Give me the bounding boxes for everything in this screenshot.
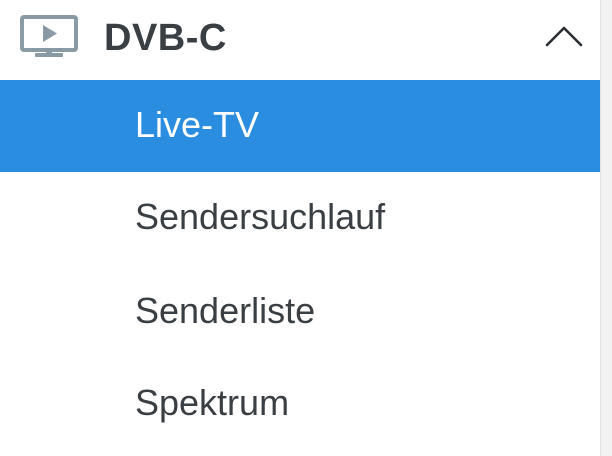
menu-item-senderliste[interactable]: Senderliste xyxy=(0,266,600,358)
chevron-up-icon[interactable] xyxy=(544,24,584,48)
play-screen-icon xyxy=(20,15,78,57)
menu-item-label: Live-TV xyxy=(135,104,260,145)
dvb-c-section-header[interactable]: DVB-C xyxy=(0,0,600,80)
sidebar-menu: DVB-C Live-TV Sendersuchlauf Senderliste… xyxy=(0,0,600,456)
section-title: DVB-C xyxy=(104,17,227,59)
menu-item-sendersuchlauf[interactable]: Sendersuchlauf xyxy=(0,172,600,264)
menu-item-spektrum[interactable]: Spektrum xyxy=(0,358,600,450)
menu-item-label: Senderliste xyxy=(135,290,316,331)
menu-item-label: Sendersuchlauf xyxy=(135,196,386,237)
menu-item-label: Spektrum xyxy=(135,382,290,423)
menu-item-live-tv[interactable]: Live-TV xyxy=(0,80,600,172)
scrollbar-track[interactable] xyxy=(600,0,612,456)
